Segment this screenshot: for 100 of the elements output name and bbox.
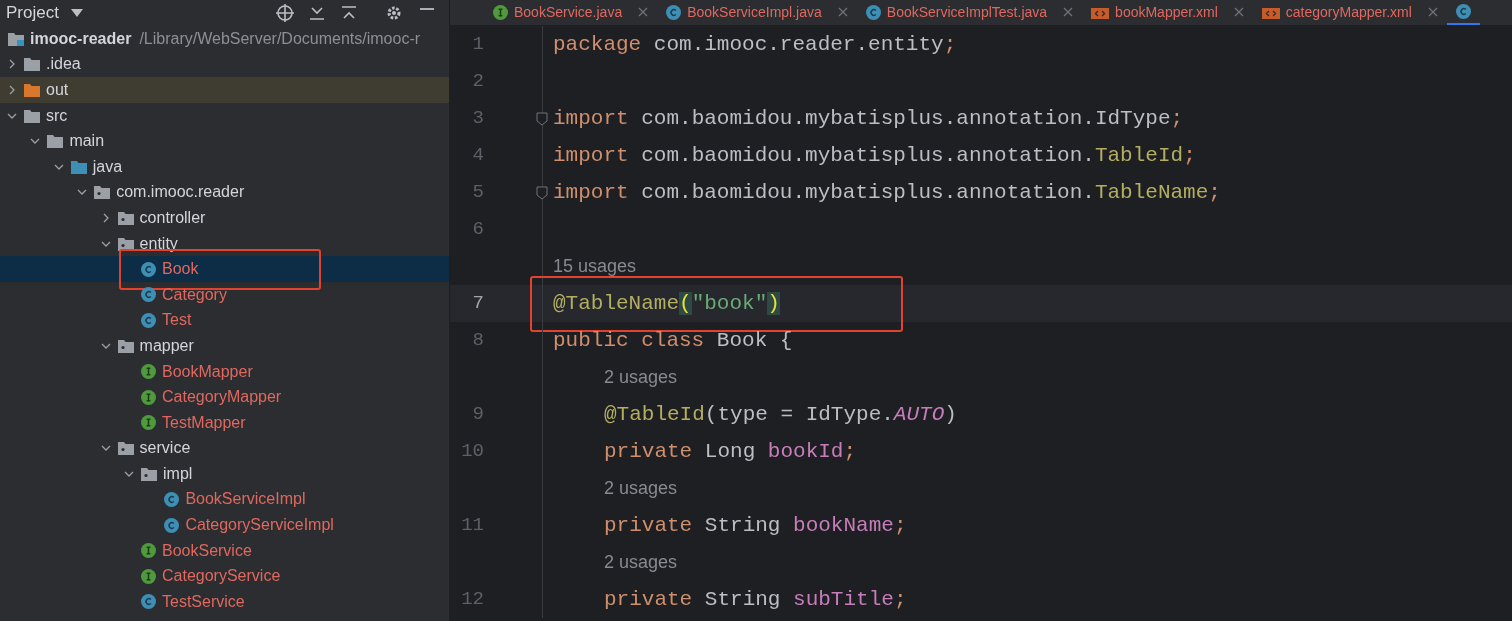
editor-tab[interactable]: bookMapper.xml [1082, 0, 1253, 25]
close-icon[interactable] [638, 7, 649, 17]
line-number: 6 [471, 217, 484, 243]
usages-hint[interactable]: 2 usages [604, 475, 678, 502]
tree-item[interactable]: Category [0, 281, 449, 308]
code-line: @TableId(type = IdType.AUTO) [604, 401, 957, 428]
tree-item[interactable]: CategoryServiceImpl [0, 512, 449, 538]
line-number: 3 [471, 106, 484, 132]
code-line: private String bookName; [604, 512, 907, 539]
tree-item[interactable]: CategoryMapper [0, 384, 449, 410]
tree-item-label: Book [162, 259, 199, 280]
folder-icon [24, 108, 40, 123]
code-line: public class Book { [553, 327, 793, 354]
tree-item-label: java [92, 156, 123, 177]
locate-icon[interactable] [276, 4, 294, 22]
class-icon [141, 594, 156, 610]
tree-item-label: main [69, 131, 105, 152]
tree-item[interactable]: imooc-reader /Library/WebServer/Documents/imooc-r [0, 26, 449, 52]
tree-item[interactable]: out [0, 77, 449, 103]
line-number: 9 [471, 402, 484, 428]
tree-item[interactable]: Test [0, 307, 449, 334]
panel-title[interactable]: Project [6, 0, 59, 26]
tree-item[interactable]: mapper [0, 333, 449, 359]
tree-item[interactable]: .idea [0, 51, 449, 78]
caret-icon[interactable] [70, 9, 83, 17]
tree-item[interactable]: TestMapper [0, 409, 449, 436]
line-number: 12 [460, 587, 484, 613]
tree-item-label: src [46, 105, 68, 126]
code-line: import com.baomidou.mybatisplus.annotation.IdType; [553, 105, 1184, 132]
interface-icon [141, 568, 156, 584]
class-icon [164, 492, 180, 507]
collapse-all-icon[interactable] [341, 5, 357, 21]
usages-hint[interactable]: 15 usages [553, 253, 637, 280]
tree-item-label: impl [163, 463, 193, 484]
tree-item[interactable]: controller [0, 205, 449, 231]
editor-tab[interactable]: categoryMapper.xml [1252, 0, 1447, 25]
code-line: private String subTitle; [604, 586, 907, 613]
package-folder-icon [117, 338, 134, 353]
line-number: 8 [471, 328, 484, 354]
class-icon [865, 4, 881, 20]
tree-item-label: BookServiceImpl [185, 489, 306, 510]
module-icon [8, 31, 24, 46]
tree-item[interactable]: TestService [0, 589, 449, 615]
xml-file-icon [1091, 5, 1110, 19]
code-line: private Long bookId; [604, 438, 857, 465]
expand-all-icon[interactable] [309, 5, 325, 21]
tree-item-label: mapper [139, 335, 194, 356]
tree-item[interactable]: service [0, 435, 449, 462]
tree-item-label: CategoryService [162, 566, 281, 587]
interface-icon [141, 389, 156, 405]
tree-item-label: com.imooc.reader [116, 182, 245, 203]
tree-item-label: imooc-reader [30, 28, 132, 49]
tree-item-label: entity [139, 233, 178, 254]
usages-hint[interactable]: 2 usages [604, 364, 678, 391]
class-icon [666, 4, 682, 20]
close-icon[interactable] [1233, 7, 1244, 17]
tree-item-label: service [139, 438, 191, 459]
tree-item[interactable]: java [0, 153, 449, 180]
tree-item[interactable]: com.imooc.reader [0, 179, 449, 206]
close-icon[interactable] [1063, 7, 1074, 17]
usages-hint[interactable]: 2 usages [604, 549, 678, 576]
close-icon[interactable] [837, 7, 848, 17]
tree-item[interactable]: Book [0, 256, 449, 282]
line-number: 5 [471, 180, 484, 206]
folder-icon [47, 134, 64, 149]
tree-item[interactable]: CategoryService [0, 563, 449, 590]
tree-item[interactable]: BookMapper [0, 358, 449, 385]
close-icon[interactable] [1427, 7, 1438, 17]
folder-icon [24, 83, 40, 97]
tree-item[interactable]: impl [0, 461, 449, 487]
settings-icon[interactable] [385, 4, 403, 22]
tree-item[interactable]: main [0, 128, 449, 154]
class-icon [164, 517, 180, 533]
chevron-right-icon[interactable] [7, 59, 17, 70]
class-icon [141, 261, 156, 277]
tree-item[interactable]: entity [0, 230, 449, 257]
package-folder-icon [117, 210, 134, 225]
class-icon [1455, 3, 1471, 19]
tree-item[interactable]: BookService [0, 537, 449, 564]
tree-item-label: out [46, 80, 69, 100]
tree-item-label: CategoryServiceImpl [185, 515, 334, 536]
tree-item-label: TestService [162, 591, 245, 612]
package-folder-icon [141, 466, 157, 481]
fold-icon[interactable] [536, 185, 548, 200]
interface-icon [141, 364, 156, 379]
tree-item-label: CategoryMapper [162, 387, 282, 408]
editor-tab[interactable]: BookService.java [484, 0, 658, 25]
fold-icon[interactable] [536, 111, 548, 126]
line-number: 1 [471, 32, 484, 58]
chevron-right-icon[interactable] [7, 85, 17, 95]
editor-tab[interactable]: BookServiceImplTest.java [856, 0, 1083, 25]
tree-item[interactable]: src [0, 102, 449, 129]
tree-item-label: BookMapper [162, 361, 253, 382]
tree-item-label: Category [162, 284, 227, 305]
tree-item-label: .idea [46, 54, 81, 75]
tree-item[interactable]: BookServiceImpl [0, 486, 449, 513]
project-path: /Library/WebServer/Documents/imooc-r [139, 28, 421, 49]
tree-item-label: Test [162, 310, 192, 331]
editor-tab[interactable]: BookServiceImpl.java [657, 0, 857, 25]
code-line: import com.baomidou.mybatisplus.annotation.TableName; [553, 179, 1221, 206]
